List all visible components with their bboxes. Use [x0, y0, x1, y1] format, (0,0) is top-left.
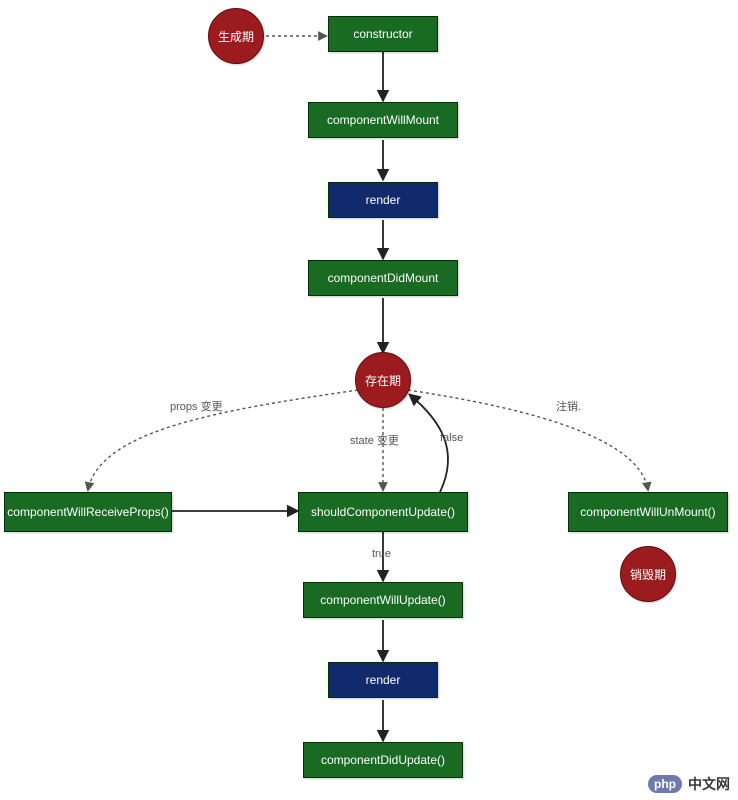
phase-destruction-label: 销毁期: [630, 566, 666, 583]
box-component-will-update: componentWillUpdate(): [303, 582, 463, 618]
label-render-1: render: [366, 193, 401, 207]
label-true: true: [372, 548, 391, 560]
php-logo: php: [648, 775, 682, 793]
site-name: 中文网: [688, 774, 730, 794]
branding: php 中文网: [648, 774, 730, 794]
box-render-1: render: [328, 182, 438, 218]
phase-existence-circle: 存在期: [355, 352, 411, 408]
label-component-will-unmount: componentWillUnMount(): [580, 505, 715, 519]
label-component-will-receive-props: componentWillReceiveProps(): [7, 505, 168, 519]
phase-creation-circle: 生成期: [208, 8, 264, 64]
box-constructor: constructor: [328, 16, 438, 52]
box-component-will-receive-props: componentWillReceiveProps(): [4, 492, 172, 532]
box-render-2: render: [328, 662, 438, 698]
label-component-will-update: componentWillUpdate(): [320, 593, 445, 607]
box-component-did-mount: componentDidMount: [308, 260, 458, 296]
box-component-will-mount: componentWillMount: [308, 102, 458, 138]
label-component-did-update: componentDidUpdate(): [321, 753, 445, 767]
box-component-will-unmount: componentWillUnMount(): [568, 492, 728, 532]
label-render-2: render: [366, 673, 401, 687]
label-should-component-update: shouldComponentUpdate(): [311, 505, 455, 519]
phase-destruction-circle: 销毁期: [620, 546, 676, 602]
label-unregister: 注销.: [556, 398, 581, 414]
phase-creation-label: 生成期: [218, 28, 254, 45]
label-false: false: [440, 432, 463, 444]
box-component-did-update: componentDidUpdate(): [303, 742, 463, 778]
box-should-component-update: shouldComponentUpdate(): [298, 492, 468, 532]
label-state-change: state 变更: [350, 432, 399, 448]
label-component-will-mount: componentWillMount: [327, 113, 439, 127]
phase-existence-label: 存在期: [365, 372, 401, 389]
label-constructor: constructor: [353, 27, 412, 41]
label-props-change: props 变更: [170, 398, 223, 414]
label-component-did-mount: componentDidMount: [328, 271, 439, 285]
